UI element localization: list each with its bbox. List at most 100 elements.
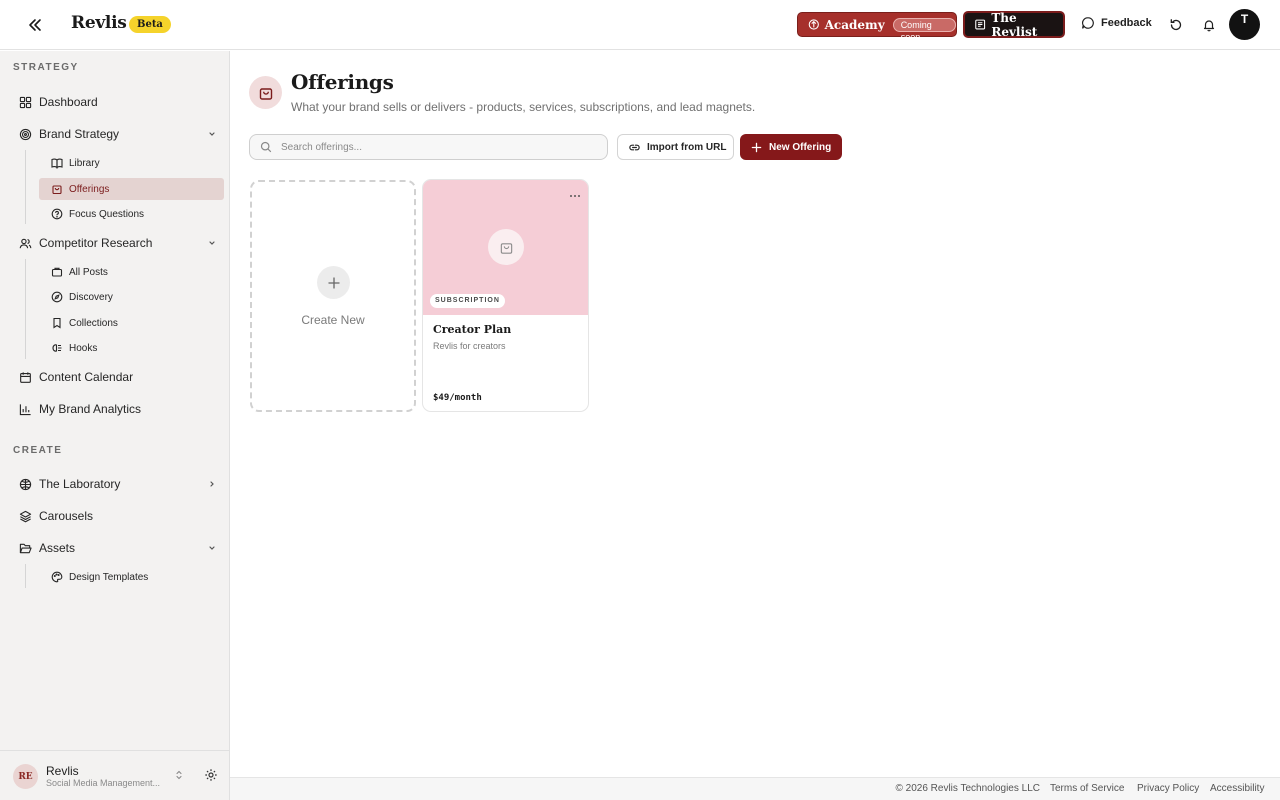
sidebar-item-dashboard[interactable]: Dashboard <box>12 89 224 115</box>
user-avatar[interactable]: T <box>1229 9 1260 40</box>
sidebar-item-label: Carousels <box>39 509 94 523</box>
accessibility-link[interactable]: Accessibility <box>1210 783 1264 794</box>
shopping-bag-icon <box>259 87 272 100</box>
feedback-button[interactable]: Feedback <box>1081 16 1152 30</box>
brand-logo[interactable]: Revlis <box>71 13 127 33</box>
new-offering-button[interactable]: New Offering <box>740 134 842 160</box>
sidebar-item-focus-questions[interactable]: Focus Questions <box>39 203 224 225</box>
sidebar-item-label: Assets <box>39 541 76 555</box>
shopping-bag-icon <box>500 242 512 254</box>
tree-line <box>25 259 26 359</box>
gear-icon <box>205 769 217 781</box>
offering-price: $49/month <box>433 393 482 403</box>
import-label: Import from URL <box>647 141 727 153</box>
chevron-down-icon <box>209 132 215 136</box>
page-footer: © 2026 Revlis Technologies LLC Terms of … <box>230 777 1280 800</box>
offering-icon-circle <box>488 229 524 265</box>
sidebar-item-label: Collections <box>69 317 118 329</box>
message-circle-icon <box>1082 17 1094 29</box>
refresh-button[interactable] <box>1167 16 1185 34</box>
sidebar-item-label: Competitor Research <box>39 236 153 250</box>
academy-button[interactable]: Academy Coming soon <box>797 12 957 42</box>
atom-icon <box>19 478 32 490</box>
tree-line <box>25 150 26 224</box>
sidebar-item-library[interactable]: Library <box>39 152 224 174</box>
compass-icon <box>51 291 63 303</box>
users-icon <box>19 238 32 248</box>
page-subtitle: What your brand sells or delivers - prod… <box>291 100 756 114</box>
create-plus-circle <box>317 266 350 299</box>
sidebar-item-label: Content Calendar <box>39 370 134 384</box>
workspace-subtitle: Social Media Management... <box>46 778 161 788</box>
sidebar: STRATEGY Dashboard Brand Strategy Librar… <box>0 51 230 800</box>
sidebar-item-label: Design Templates <box>69 571 149 583</box>
terms-link[interactable]: Terms of Service <box>1050 783 1124 794</box>
bookmark-icon <box>53 317 61 329</box>
chevrons-up-down-icon <box>176 770 182 780</box>
create-section-label: CREATE <box>13 445 63 456</box>
revlist-button[interactable]: The Revlist <box>963 11 1065 39</box>
sidebar-item-label: The Laboratory <box>39 477 121 491</box>
offering-card[interactable]: SUBSCRIPTION Creator Plan Revlis for cre… <box>422 179 589 412</box>
workspace-switch-button[interactable] <box>173 769 185 781</box>
sidebar-item-the-laboratory[interactable]: The Laboratory <box>12 471 224 497</box>
newspaper-icon <box>975 19 986 30</box>
offering-name: Creator Plan <box>433 323 512 336</box>
sidebar-item-discovery[interactable]: Discovery <box>39 286 224 308</box>
calendar-icon <box>20 371 31 383</box>
refresh-icon <box>1170 19 1182 31</box>
offerings-page-icon <box>249 76 282 109</box>
plus-icon <box>327 276 340 289</box>
bar-chart-icon <box>19 403 31 415</box>
sidebar-item-content-calendar[interactable]: Content Calendar <box>12 364 224 390</box>
privacy-link[interactable]: Privacy Policy <box>1137 783 1199 794</box>
create-new-card[interactable]: Create New <box>250 180 416 412</box>
palette-icon <box>51 571 63 583</box>
coming-soon-badge: Coming soon <box>892 17 956 42</box>
sidebar-item-carousels[interactable]: Carousels <box>12 503 224 529</box>
sidebar-item-label: My Brand Analytics <box>39 402 142 416</box>
sidebar-item-collections[interactable]: Collections <box>39 312 224 334</box>
settings-button[interactable] <box>204 768 218 782</box>
new-offering-label: New Offering <box>769 141 832 153</box>
sidebar-item-hooks[interactable]: Hooks <box>39 337 224 359</box>
plus-icon <box>751 142 762 152</box>
workspace-name[interactable]: Revlis <box>46 764 79 778</box>
chevron-right-icon <box>210 481 214 487</box>
sidebar-item-all-posts[interactable]: All Posts <box>39 261 224 283</box>
sidebar-item-my-brand-analytics[interactable]: My Brand Analytics <box>12 396 224 422</box>
question-circle-icon <box>51 208 63 220</box>
workspace-avatar[interactable]: RE <box>13 764 38 789</box>
sidebar-item-label: Hooks <box>69 342 98 354</box>
sidebar-item-assets[interactable]: Assets <box>12 535 224 561</box>
search-input[interactable] <box>281 141 581 153</box>
sidebar-item-label: Offerings <box>69 183 110 195</box>
academy-icon <box>808 19 819 30</box>
top-bar: Revlis Beta Academy Coming soon The Revl… <box>0 0 1280 50</box>
sidebar-item-offerings[interactable]: Offerings <box>39 178 224 200</box>
sidebar-item-label: Discovery <box>69 291 113 303</box>
workspace-switcher: RE Revlis Social Media Management... <box>0 750 229 800</box>
tree-line <box>25 564 26 588</box>
collapse-sidebar-button[interactable] <box>24 14 46 36</box>
more-horizontal-icon <box>570 195 580 197</box>
academy-label: Academy <box>824 17 885 32</box>
hook-icon <box>52 344 62 352</box>
search-icon <box>260 141 272 153</box>
notifications-button[interactable] <box>1200 16 1218 34</box>
link-icon <box>629 144 640 150</box>
offering-description: Revlis for creators <box>433 341 506 351</box>
create-new-label: Create New <box>301 313 365 327</box>
strategy-section-label: STRATEGY <box>13 62 79 73</box>
page-title: Offerings <box>291 70 394 94</box>
import-from-url-button[interactable]: Import from URL <box>617 134 734 160</box>
offering-more-button[interactable] <box>567 188 583 204</box>
sidebar-item-label: Library <box>69 157 100 169</box>
footer-copyright: © 2026 Revlis Technologies LLC <box>895 783 1041 794</box>
sidebar-item-brand-strategy[interactable]: Brand Strategy <box>12 121 224 147</box>
sidebar-item-design-templates[interactable]: Design Templates <box>39 566 224 588</box>
chevron-down-icon <box>209 546 215 550</box>
sidebar-item-competitor-research[interactable]: Competitor Research <box>12 230 224 256</box>
folder-open-icon <box>19 543 32 553</box>
book-open-icon <box>51 158 63 169</box>
